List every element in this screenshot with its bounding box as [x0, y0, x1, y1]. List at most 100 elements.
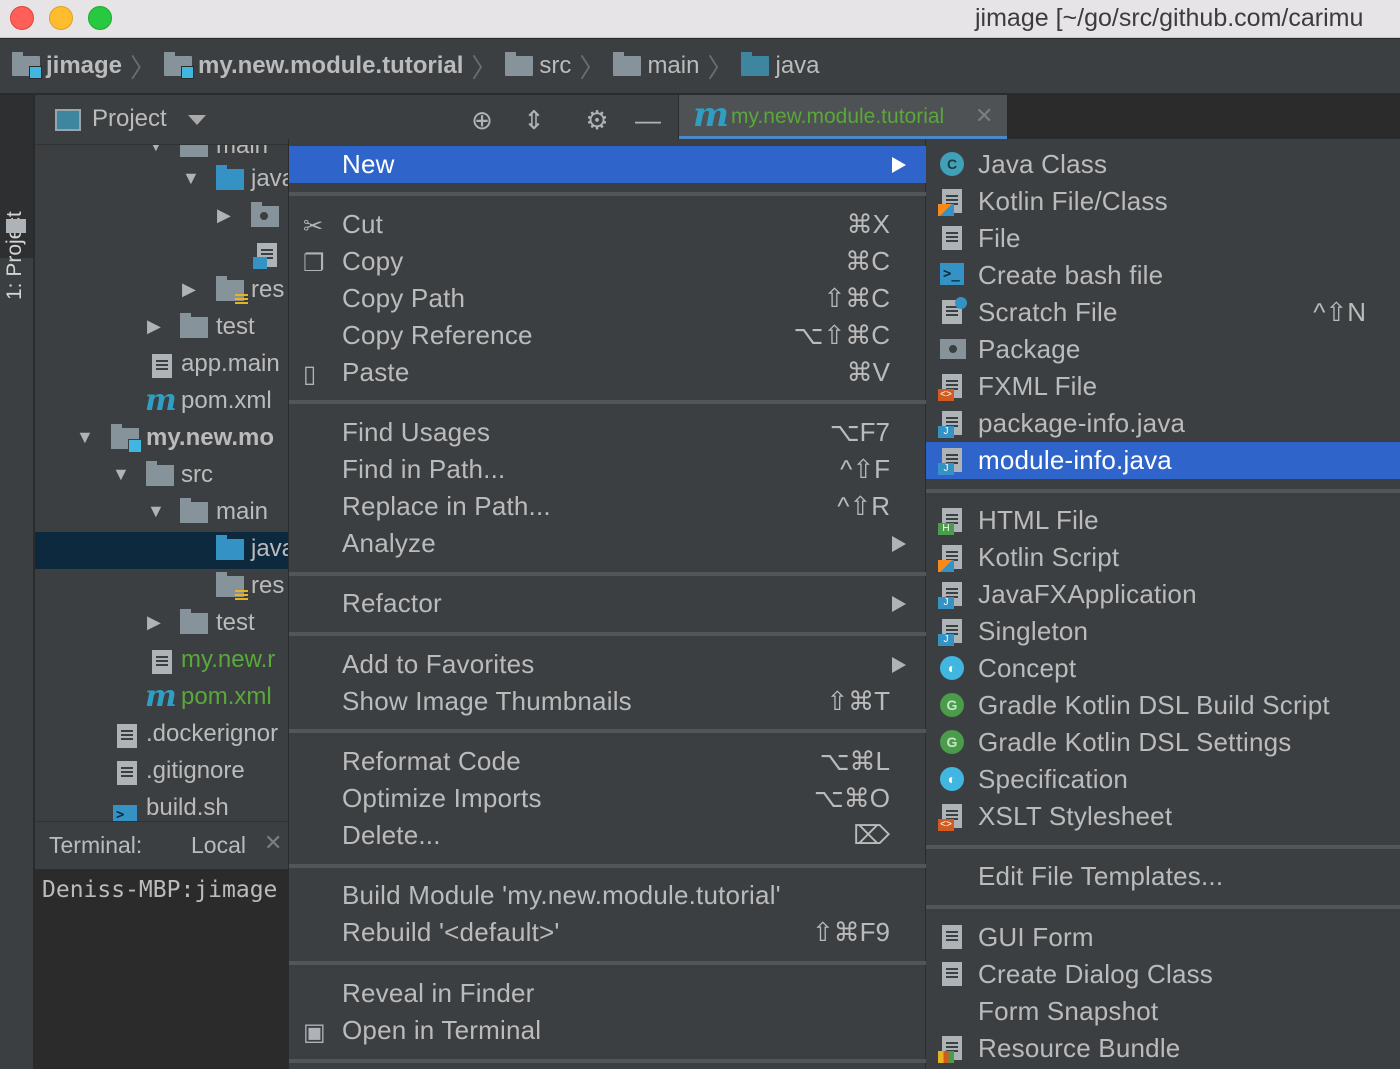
submenu-item-form-snapshot[interactable]: Form Snapshot — [926, 993, 1400, 1030]
menu-item-copy-reference[interactable]: Copy Reference ⌥⇧⌘C — [289, 317, 926, 354]
chevron-right-icon[interactable]: ▶ — [182, 279, 196, 300]
tree-row[interactable]: m pom.xml — [35, 384, 288, 421]
submenu-item-concept[interactable]: ◐ Concept — [926, 650, 1400, 687]
locate-icon[interactable]: ⊕ — [467, 105, 497, 135]
breadcrumb-item-main[interactable]: main 〉 — [613, 48, 741, 85]
submenu-item-file[interactable]: File — [926, 220, 1400, 257]
tree-row[interactable]: ▼ java — [35, 162, 288, 199]
menu-item-find-in-path[interactable]: Find in Path... ^⇧F — [289, 451, 926, 488]
chevron-right-icon[interactable]: ▶ — [147, 316, 161, 337]
breadcrumb-item-java[interactable]: java — [741, 52, 820, 80]
hide-icon[interactable]: — — [633, 105, 663, 135]
tree-row[interactable] — [35, 236, 288, 273]
java-file-icon: J — [938, 411, 962, 438]
menu-item-add-to-favorites[interactable]: Add to Favorites — [289, 646, 926, 683]
chevron-right-icon[interactable]: ▶ — [217, 205, 231, 226]
submenu-item-gradle-settings[interactable]: G Gradle Kotlin DSL Settings — [926, 724, 1400, 761]
minimize-window-button[interactable] — [49, 6, 73, 30]
submenu-item-package-info[interactable]: J package-info.java — [926, 405, 1400, 442]
terminal-body[interactable]: Deniss-MBP:jimage — [35, 869, 288, 1069]
submenu-item-specification[interactable]: ◐ Specification — [926, 761, 1400, 798]
close-window-button[interactable] — [10, 6, 34, 30]
submenu-item-kotlin-script[interactable]: Kotlin Script — [926, 539, 1400, 576]
menu-item-find-usages[interactable]: Find Usages ⌥F7 — [289, 414, 926, 451]
tree-row[interactable]: >_ build.sh — [35, 791, 288, 821]
project-view-selector[interactable]: Project — [92, 105, 167, 133]
folder-icon — [146, 461, 174, 486]
scratch-file-icon — [942, 297, 967, 324]
submenu-item-xslt-stylesheet[interactable]: <> XSLT Stylesheet — [926, 798, 1400, 835]
menu-item-copy[interactable]: ❐ Copy ⌘C — [289, 243, 926, 280]
submenu-item-bash-file[interactable]: >_ Create bash file — [926, 257, 1400, 294]
chevron-down-icon[interactable] — [188, 115, 206, 125]
menu-item-delete[interactable]: Delete... ⌦ — [289, 817, 926, 854]
submenu-item-kotlin-file[interactable]: Kotlin File/Class — [926, 183, 1400, 220]
submenu-item-dialog-class[interactable]: Create Dialog Class — [926, 956, 1400, 993]
chevron-down-icon[interactable]: ▼ — [182, 168, 200, 189]
menu-item-copy-path[interactable]: Copy Path ⇧⌘C — [289, 280, 926, 317]
chevron-down-icon[interactable]: ▼ — [76, 427, 94, 448]
menu-item-paste[interactable]: ▯ Paste ⌘V — [289, 354, 926, 391]
terminal-icon: ▣ — [303, 1019, 326, 1046]
resource-bundle-icon — [938, 1036, 962, 1063]
submenu-item-module-info[interactable]: J module-info.java — [926, 442, 1400, 479]
file-icon — [152, 650, 172, 674]
project-tree[interactable]: ▼ main ▼ java ▶ ▶ res ▶ test app.main m … — [35, 145, 288, 821]
project-tool-tab[interactable]: 1: Project — [0, 95, 33, 300]
tree-row[interactable]: .dockerignor — [35, 717, 288, 754]
menu-item-optimize-imports[interactable]: Optimize Imports ⌥⌘O — [289, 780, 926, 817]
submenu-item-fxml-file[interactable]: <> FXML File — [926, 368, 1400, 405]
clipboard-icon: ▯ — [303, 361, 317, 388]
submenu-item-html-file[interactable]: H HTML File — [926, 502, 1400, 539]
tree-row[interactable]: ▼ main — [35, 495, 288, 532]
submenu-item-resource-bundle[interactable]: Resource Bundle — [926, 1030, 1400, 1067]
chevron-down-icon[interactable]: ▼ — [147, 145, 165, 156]
tree-row-selected[interactable]: java — [35, 532, 288, 569]
chevron-right-icon[interactable]: ▶ — [147, 612, 161, 633]
menu-item-build-module[interactable]: Build Module 'my.new.module.tutorial' — [289, 877, 926, 914]
menu-item-reformat-code[interactable]: Reformat Code ⌥⌘L — [289, 743, 926, 780]
submenu-item-edit-file-templates[interactable]: Edit File Templates... — [926, 858, 1400, 895]
tree-row[interactable]: ▼ my.new.mo — [35, 421, 288, 458]
submenu-item-scratch-file[interactable]: Scratch File ^⇧N — [926, 294, 1400, 331]
tree-row[interactable]: ▶ test — [35, 310, 288, 347]
breadcrumb-item-jimage[interactable]: jimage 〉 — [12, 48, 164, 85]
tree-row[interactable]: ▼ src — [35, 458, 288, 495]
submenu-item-gradle-build-script[interactable]: G Gradle Kotlin DSL Build Script — [926, 687, 1400, 724]
module-folder-icon — [111, 424, 142, 453]
close-icon[interactable]: ✕ — [264, 830, 282, 856]
menu-item-analyze[interactable]: Analyze — [289, 525, 926, 562]
submenu-item-singleton[interactable]: J Singleton — [926, 613, 1400, 650]
chevron-down-icon[interactable]: ▼ — [112, 464, 130, 485]
tree-row[interactable]: ▶ test — [35, 606, 288, 643]
menu-item-rebuild[interactable]: Rebuild '<default>' ⇧⌘F9 — [289, 914, 926, 951]
submenu-item-javafx-application[interactable]: J JavaFXApplication — [926, 576, 1400, 613]
menu-item-replace-in-path[interactable]: Replace in Path... ^⇧R — [289, 488, 926, 525]
menu-item-reveal-in-finder[interactable]: Reveal in Finder — [289, 975, 926, 1012]
gear-icon[interactable]: ⚙ — [582, 105, 612, 135]
menu-item-new[interactable]: New — [289, 146, 926, 183]
menu-item-cut[interactable]: ✂ Cut ⌘X — [289, 206, 926, 243]
tree-row[interactable]: m pom.xml — [35, 680, 288, 717]
menu-item-open-in-terminal[interactable]: ▣ Open in Terminal — [289, 1012, 926, 1049]
submenu-item-java-class[interactable]: C Java Class — [926, 146, 1400, 183]
editor-tab-module[interactable]: m my.new.module.tutorial ✕ — [679, 95, 1007, 139]
tree-row[interactable]: ▶ res — [35, 273, 288, 310]
chevron-down-icon[interactable]: ▼ — [147, 501, 165, 522]
breadcrumb-item-module[interactable]: my.new.module.tutorial 〉 — [164, 48, 505, 85]
tree-row[interactable]: res — [35, 569, 288, 606]
tree-row[interactable]: .gitignore — [35, 754, 288, 791]
tree-row[interactable]: ▶ — [35, 199, 288, 236]
zoom-window-button[interactable] — [88, 6, 112, 30]
menu-item-show-thumbnails[interactable]: Show Image Thumbnails ⇧⌘T — [289, 683, 926, 720]
terminal-tab-local[interactable]: Local — [191, 832, 246, 859]
collapse-all-icon[interactable]: ⇕ — [519, 105, 549, 135]
tree-row[interactable]: app.main — [35, 347, 288, 384]
submenu-item-package[interactable]: Package — [926, 331, 1400, 368]
menu-item-refactor[interactable]: Refactor — [289, 585, 926, 622]
java-file-icon: J — [938, 582, 962, 609]
close-icon[interactable]: ✕ — [975, 103, 993, 129]
submenu-item-gui-form[interactable]: GUI Form — [926, 919, 1400, 956]
tree-row[interactable]: my.new.r — [35, 643, 288, 680]
breadcrumb-item-src[interactable]: src 〉 — [505, 48, 613, 85]
